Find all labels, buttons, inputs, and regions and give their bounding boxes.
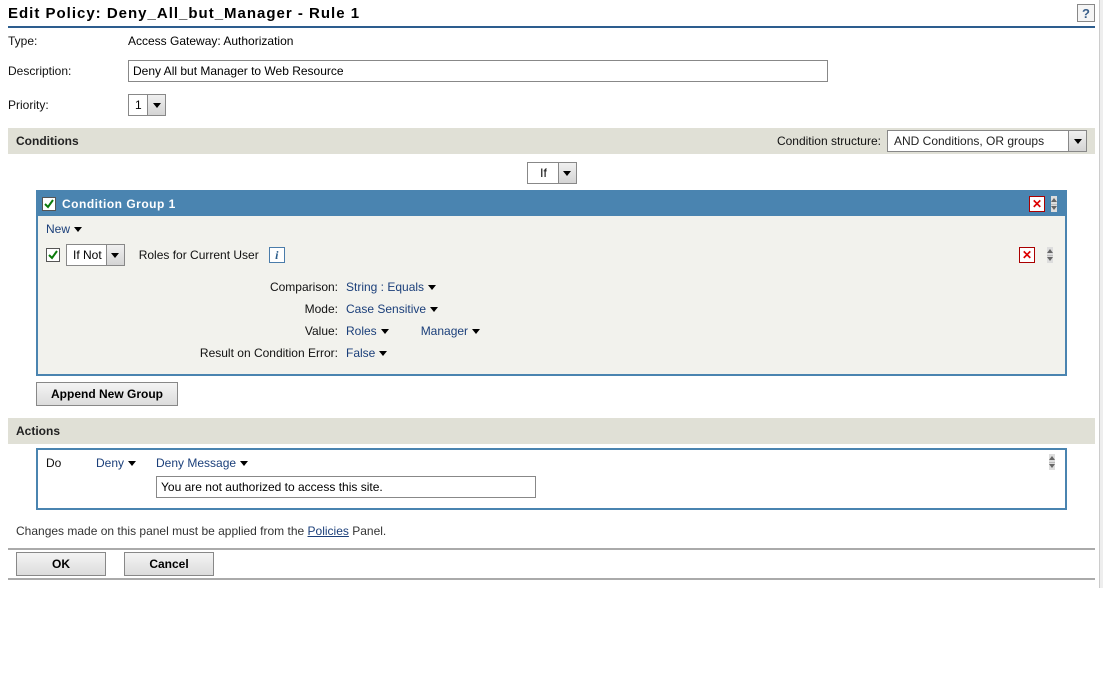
if-value: If (528, 166, 558, 180)
ifnot-value: If Not (67, 248, 106, 262)
actions-section-bar: Actions (8, 418, 1095, 444)
new-condition-label: New (46, 222, 70, 236)
chevron-down-icon (147, 95, 165, 115)
check-icon (47, 249, 59, 261)
actions-title: Actions (16, 424, 60, 438)
move-group-control[interactable] (1047, 196, 1061, 212)
comparison-value: String : Equals (346, 280, 424, 294)
if-select[interactable]: If (527, 162, 577, 184)
chevron-down-icon (106, 245, 124, 265)
ok-button-label: OK (52, 557, 70, 571)
priority-select[interactable]: 1 (128, 94, 166, 116)
move-up-icon[interactable] (1047, 247, 1053, 256)
value-role-select[interactable]: Manager (421, 324, 480, 338)
condition-structure-value: AND Conditions, OR groups (888, 134, 1068, 148)
move-up-icon[interactable] (1051, 196, 1057, 205)
chevron-down-icon (381, 329, 389, 334)
priority-label: Priority: (8, 98, 128, 112)
footer-note-suffix: Panel. (352, 524, 386, 538)
action-type-select[interactable]: Deny (96, 456, 136, 470)
policies-link[interactable]: Policies (308, 524, 349, 538)
comparison-select[interactable]: String : Equals (346, 280, 436, 294)
type-label: Type: (8, 34, 128, 48)
info-icon[interactable]: i (269, 247, 285, 263)
footer-note-prefix: Changes made on this panel must be appli… (16, 524, 308, 538)
condition-group-header: Condition Group 1 ✕ (38, 192, 1065, 216)
page-title: Edit Policy: Deny_All_but_Manager - Rule… (8, 5, 360, 22)
chevron-down-icon (430, 307, 438, 312)
chevron-down-icon (472, 329, 480, 334)
condition-group: Condition Group 1 ✕ New (36, 190, 1067, 376)
footer-note: Changes made on this panel must be appli… (8, 510, 1095, 548)
error-result-key: Result on Condition Error: (136, 346, 346, 360)
error-result-select[interactable]: False (346, 346, 387, 360)
delete-condition-button[interactable]: ✕ (1019, 247, 1035, 263)
condition-structure-select[interactable]: AND Conditions, OR groups (887, 130, 1087, 152)
deny-message-select[interactable]: Deny Message (156, 456, 248, 470)
value-type: Roles (346, 324, 377, 338)
move-down-icon[interactable] (1049, 463, 1055, 471)
help-icon-glyph: ? (1082, 6, 1090, 21)
chevron-down-icon (74, 227, 82, 232)
move-up-icon[interactable] (1049, 454, 1055, 463)
chevron-down-icon (428, 285, 436, 290)
roles-label: Roles for Current User (139, 248, 259, 262)
move-condition-control[interactable] (1043, 247, 1057, 263)
ifnot-select[interactable]: If Not (66, 244, 125, 266)
error-result-value: False (346, 346, 375, 360)
new-condition-link[interactable]: New (46, 222, 82, 236)
condition-parameters: Comparison: String : Equals Mode: Case S… (136, 276, 1057, 364)
chevron-down-icon (379, 351, 387, 356)
append-new-group-button[interactable]: Append New Group (36, 382, 178, 406)
group-checkbox[interactable] (42, 197, 56, 211)
close-icon: ✕ (1022, 248, 1032, 262)
mode-select[interactable]: Case Sensitive (346, 302, 438, 316)
append-new-group-label: Append New Group (51, 387, 163, 401)
description-label: Description: (8, 64, 128, 78)
condition-checkbox[interactable] (46, 248, 60, 262)
conditions-section-bar: Conditions Condition structure: AND Cond… (8, 128, 1095, 154)
chevron-down-icon (558, 163, 576, 183)
deny-message-input[interactable] (156, 476, 536, 498)
do-label: Do (46, 456, 76, 470)
description-input[interactable] (128, 60, 828, 82)
type-value: Access Gateway: Authorization (128, 34, 1095, 48)
action-type-value: Deny (96, 456, 124, 470)
priority-value: 1 (129, 98, 147, 112)
cancel-button[interactable]: Cancel (124, 552, 214, 576)
help-icon[interactable]: ? (1077, 4, 1095, 22)
move-down-icon[interactable] (1051, 205, 1057, 213)
chevron-down-icon (128, 461, 136, 466)
check-icon (43, 198, 55, 210)
mode-value: Case Sensitive (346, 302, 426, 316)
value-role: Manager (421, 324, 468, 338)
comparison-key: Comparison: (136, 280, 346, 294)
move-action-control[interactable] (1045, 454, 1059, 470)
info-glyph: i (275, 248, 278, 263)
value-type-select[interactable]: Roles (346, 324, 389, 338)
cancel-button-label: Cancel (149, 557, 188, 571)
mode-key: Mode: (136, 302, 346, 316)
right-edge-divider (1099, 0, 1103, 588)
deny-message-label: Deny Message (156, 456, 236, 470)
conditions-title: Conditions (16, 134, 79, 148)
value-key: Value: (136, 324, 346, 338)
move-down-icon[interactable] (1047, 256, 1053, 264)
edit-policy-panel: Edit Policy: Deny_All_but_Manager - Rule… (0, 0, 1103, 588)
close-icon: ✕ (1032, 197, 1042, 211)
delete-group-button[interactable]: ✕ (1029, 196, 1045, 212)
condition-group-title: Condition Group 1 (62, 197, 176, 211)
actions-box: Do Deny Deny Message (36, 448, 1067, 510)
ok-button[interactable]: OK (16, 552, 106, 576)
condition-structure-label: Condition structure: (777, 134, 881, 148)
chevron-down-icon (240, 461, 248, 466)
chevron-down-icon (1068, 131, 1086, 151)
